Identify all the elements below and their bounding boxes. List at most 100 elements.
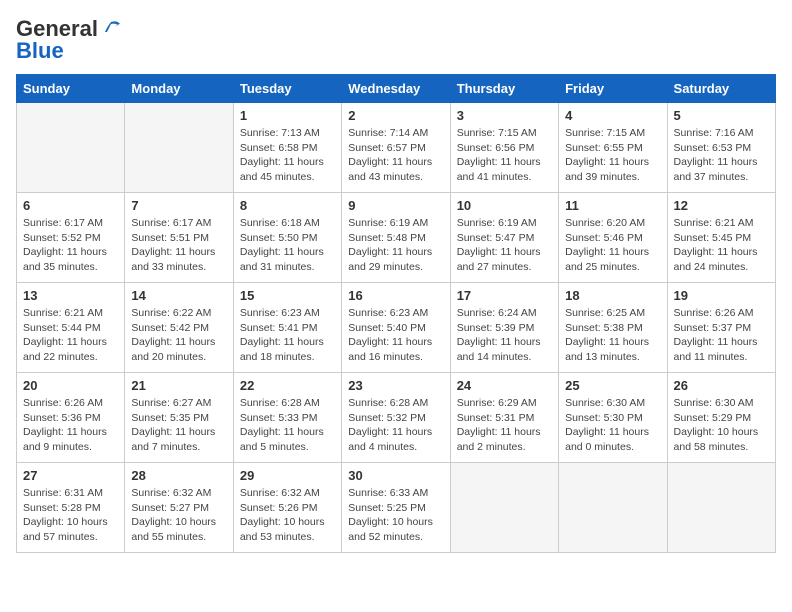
day-info: Sunrise: 6:24 AM Sunset: 5:39 PM Dayligh… [457, 306, 552, 365]
weekday-header-thursday: Thursday [450, 75, 558, 103]
day-number: 24 [457, 378, 552, 393]
calendar-cell-w3d0: 20 Sunrise: 6:26 AM Sunset: 5:36 PM Dayli… [17, 373, 125, 463]
day-number: 15 [240, 288, 335, 303]
calendar-cell-w4d3: 30 Sunrise: 6:33 AM Sunset: 5:25 PM Dayli… [342, 463, 450, 553]
logo: General Blue [16, 16, 122, 64]
logo-blue-text: Blue [16, 38, 64, 64]
day-number: 29 [240, 468, 335, 483]
day-info: Sunrise: 6:30 AM Sunset: 5:29 PM Dayligh… [674, 396, 769, 455]
day-number: 1 [240, 108, 335, 123]
weekday-header-wednesday: Wednesday [342, 75, 450, 103]
weekday-header-monday: Monday [125, 75, 233, 103]
calendar-cell-w0d4: 3 Sunrise: 7:15 AM Sunset: 6:56 PM Daylig… [450, 103, 558, 193]
day-info: Sunrise: 6:27 AM Sunset: 5:35 PM Dayligh… [131, 396, 226, 455]
day-number: 19 [674, 288, 769, 303]
day-number: 10 [457, 198, 552, 213]
page-header: General Blue [16, 16, 776, 64]
day-info: Sunrise: 6:33 AM Sunset: 5:25 PM Dayligh… [348, 486, 443, 545]
day-info: Sunrise: 6:21 AM Sunset: 5:45 PM Dayligh… [674, 216, 769, 275]
day-number: 23 [348, 378, 443, 393]
day-info: Sunrise: 7:15 AM Sunset: 6:56 PM Dayligh… [457, 126, 552, 185]
calendar-cell-w2d0: 13 Sunrise: 6:21 AM Sunset: 5:44 PM Dayli… [17, 283, 125, 373]
day-number: 13 [23, 288, 118, 303]
day-number: 12 [674, 198, 769, 213]
day-number: 20 [23, 378, 118, 393]
calendar-cell-w2d2: 15 Sunrise: 6:23 AM Sunset: 5:41 PM Dayli… [233, 283, 341, 373]
day-number: 6 [23, 198, 118, 213]
day-info: Sunrise: 6:26 AM Sunset: 5:37 PM Dayligh… [674, 306, 769, 365]
calendar-cell-w0d1 [125, 103, 233, 193]
day-number: 2 [348, 108, 443, 123]
weekday-header-tuesday: Tuesday [233, 75, 341, 103]
calendar-cell-w0d5: 4 Sunrise: 7:15 AM Sunset: 6:55 PM Daylig… [559, 103, 667, 193]
weekday-header-friday: Friday [559, 75, 667, 103]
weekday-header-sunday: Sunday [17, 75, 125, 103]
calendar-cell-w1d1: 7Sunrise: 6:17 AM Sunset: 5:51 PM Daylig… [125, 193, 233, 283]
calendar-cell-w1d0: 6 Sunrise: 6:17 AM Sunset: 5:52 PM Daylig… [17, 193, 125, 283]
day-number: 5 [674, 108, 769, 123]
day-info: Sunrise: 6:19 AM Sunset: 5:48 PM Dayligh… [348, 216, 443, 275]
calendar-cell-w2d6: 19 Sunrise: 6:26 AM Sunset: 5:37 PM Dayli… [667, 283, 775, 373]
day-info: Sunrise: 6:17 AM Sunset: 5:52 PM Dayligh… [23, 216, 118, 275]
calendar-cell-w2d4: 17Sunrise: 6:24 AM Sunset: 5:39 PM Dayli… [450, 283, 558, 373]
day-number: 30 [348, 468, 443, 483]
calendar-cell-w0d0 [17, 103, 125, 193]
day-number: 4 [565, 108, 660, 123]
calendar-cell-w0d2: 1 Sunrise: 7:13 AM Sunset: 6:58 PM Daylig… [233, 103, 341, 193]
day-info: Sunrise: 6:26 AM Sunset: 5:36 PM Dayligh… [23, 396, 118, 455]
day-info: Sunrise: 7:13 AM Sunset: 6:58 PM Dayligh… [240, 126, 335, 185]
calendar-cell-w1d6: 12 Sunrise: 6:21 AM Sunset: 5:45 PM Dayli… [667, 193, 775, 283]
calendar-cell-w3d6: 26 Sunrise: 6:30 AM Sunset: 5:29 PM Dayli… [667, 373, 775, 463]
logo-bird-icon [100, 18, 122, 40]
day-number: 26 [674, 378, 769, 393]
day-info: Sunrise: 6:28 AM Sunset: 5:33 PM Dayligh… [240, 396, 335, 455]
calendar-cell-w1d4: 10 Sunrise: 6:19 AM Sunset: 5:47 PM Dayli… [450, 193, 558, 283]
calendar-table: SundayMondayTuesdayWednesdayThursdayFrid… [16, 74, 776, 553]
day-info: Sunrise: 6:23 AM Sunset: 5:41 PM Dayligh… [240, 306, 335, 365]
day-number: 3 [457, 108, 552, 123]
calendar-cell-w1d3: 9 Sunrise: 6:19 AM Sunset: 5:48 PM Daylig… [342, 193, 450, 283]
calendar-cell-w4d5 [559, 463, 667, 553]
calendar-cell-w4d0: 27 Sunrise: 6:31 AM Sunset: 5:28 PM Dayli… [17, 463, 125, 553]
calendar-cell-w1d5: 11 Sunrise: 6:20 AM Sunset: 5:46 PM Dayli… [559, 193, 667, 283]
day-info: Sunrise: 6:18 AM Sunset: 5:50 PM Dayligh… [240, 216, 335, 275]
calendar-cell-w4d4 [450, 463, 558, 553]
calendar-cell-w2d5: 18 Sunrise: 6:25 AM Sunset: 5:38 PM Dayli… [559, 283, 667, 373]
day-info: Sunrise: 7:15 AM Sunset: 6:55 PM Dayligh… [565, 126, 660, 185]
day-info: Sunrise: 6:25 AM Sunset: 5:38 PM Dayligh… [565, 306, 660, 365]
day-number: 11 [565, 198, 660, 213]
day-info: Sunrise: 6:31 AM Sunset: 5:28 PM Dayligh… [23, 486, 118, 545]
day-number: 21 [131, 378, 226, 393]
day-number: 9 [348, 198, 443, 213]
calendar-cell-w2d3: 16Sunrise: 6:23 AM Sunset: 5:40 PM Dayli… [342, 283, 450, 373]
day-info: Sunrise: 6:32 AM Sunset: 5:26 PM Dayligh… [240, 486, 335, 545]
day-info: Sunrise: 6:21 AM Sunset: 5:44 PM Dayligh… [23, 306, 118, 365]
day-info: Sunrise: 6:22 AM Sunset: 5:42 PM Dayligh… [131, 306, 226, 365]
day-info: Sunrise: 6:32 AM Sunset: 5:27 PM Dayligh… [131, 486, 226, 545]
day-info: Sunrise: 6:23 AM Sunset: 5:40 PM Dayligh… [348, 306, 443, 365]
day-number: 28 [131, 468, 226, 483]
day-info: Sunrise: 6:28 AM Sunset: 5:32 PM Dayligh… [348, 396, 443, 455]
day-number: 14 [131, 288, 226, 303]
calendar-cell-w3d2: 22 Sunrise: 6:28 AM Sunset: 5:33 PM Dayli… [233, 373, 341, 463]
calendar-cell-w3d5: 25Sunrise: 6:30 AM Sunset: 5:30 PM Dayli… [559, 373, 667, 463]
day-number: 25 [565, 378, 660, 393]
day-number: 18 [565, 288, 660, 303]
day-info: Sunrise: 7:16 AM Sunset: 6:53 PM Dayligh… [674, 126, 769, 185]
calendar-cell-w4d6 [667, 463, 775, 553]
day-number: 8 [240, 198, 335, 213]
day-info: Sunrise: 6:20 AM Sunset: 5:46 PM Dayligh… [565, 216, 660, 275]
calendar-cell-w0d3: 2 Sunrise: 7:14 AM Sunset: 6:57 PM Daylig… [342, 103, 450, 193]
day-info: Sunrise: 6:19 AM Sunset: 5:47 PM Dayligh… [457, 216, 552, 275]
calendar-cell-w3d3: 23 Sunrise: 6:28 AM Sunset: 5:32 PM Dayli… [342, 373, 450, 463]
day-number: 27 [23, 468, 118, 483]
calendar-cell-w4d1: 28 Sunrise: 6:32 AM Sunset: 5:27 PM Dayli… [125, 463, 233, 553]
weekday-header-saturday: Saturday [667, 75, 775, 103]
day-number: 22 [240, 378, 335, 393]
calendar-cell-w2d1: 14 Sunrise: 6:22 AM Sunset: 5:42 PM Dayli… [125, 283, 233, 373]
calendar-cell-w0d6: 5 Sunrise: 7:16 AM Sunset: 6:53 PM Daylig… [667, 103, 775, 193]
day-info: Sunrise: 7:14 AM Sunset: 6:57 PM Dayligh… [348, 126, 443, 185]
day-info: Sunrise: 6:17 AM Sunset: 5:51 PM Dayligh… [131, 216, 226, 275]
calendar-cell-w1d2: 8 Sunrise: 6:18 AM Sunset: 5:50 PM Daylig… [233, 193, 341, 283]
calendar-cell-w3d4: 24Sunrise: 6:29 AM Sunset: 5:31 PM Dayli… [450, 373, 558, 463]
